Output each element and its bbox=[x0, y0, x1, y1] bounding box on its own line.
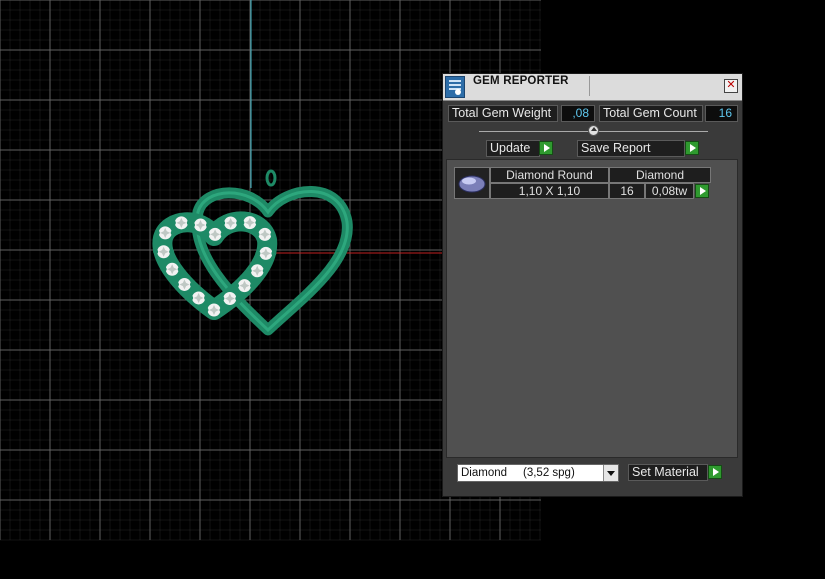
gem-reporter-panel: GEM REPORTER ✕ Total Gem Weight ,08 Tota… bbox=[442, 73, 743, 497]
gem-weight: 0,08tw bbox=[645, 183, 694, 199]
total-gem-weight-label: Total Gem Weight bbox=[448, 105, 558, 122]
material-select[interactable]: Diamond (3,52 spg) bbox=[457, 464, 619, 482]
round-diamond-icon bbox=[454, 167, 490, 199]
total-gem-count-value: 16 bbox=[705, 105, 738, 122]
save-report-play-icon[interactable] bbox=[685, 141, 699, 155]
set-material-button[interactable]: Set Material bbox=[628, 464, 708, 481]
titlebar-divider bbox=[589, 76, 590, 96]
gem-reporter-app-icon bbox=[445, 76, 465, 98]
material-select-value: Diamond (3,52 spg) bbox=[461, 467, 575, 479]
save-report-button[interactable]: Save Report bbox=[577, 140, 685, 157]
gem-shape: Diamond Round bbox=[490, 167, 609, 183]
close-icon[interactable]: ✕ bbox=[724, 79, 738, 93]
chevron-down-icon[interactable] bbox=[603, 465, 618, 481]
gem-row-play-icon[interactable] bbox=[695, 184, 709, 198]
panel-titlebar[interactable]: GEM REPORTER ✕ bbox=[443, 74, 742, 101]
panel-title: GEM REPORTER bbox=[473, 75, 569, 87]
gem-material: Diamond bbox=[609, 167, 711, 183]
gem-count: 16 bbox=[609, 183, 645, 199]
total-gem-weight-value: ,08 bbox=[561, 105, 595, 122]
update-play-icon[interactable] bbox=[539, 141, 553, 155]
total-gem-count-label: Total Gem Count bbox=[599, 105, 703, 122]
gem-list[interactable]: Diamond Round Diamond 1,10 X 1,10 16 0,0… bbox=[446, 159, 738, 458]
update-button[interactable]: Update bbox=[486, 140, 540, 157]
gem-row[interactable]: Diamond Round Diamond 1,10 X 1,10 16 0,0… bbox=[454, 167, 714, 199]
gem-size: 1,10 X 1,10 bbox=[490, 183, 609, 199]
set-material-play-icon[interactable] bbox=[708, 465, 722, 479]
slider-handle[interactable] bbox=[588, 125, 599, 136]
